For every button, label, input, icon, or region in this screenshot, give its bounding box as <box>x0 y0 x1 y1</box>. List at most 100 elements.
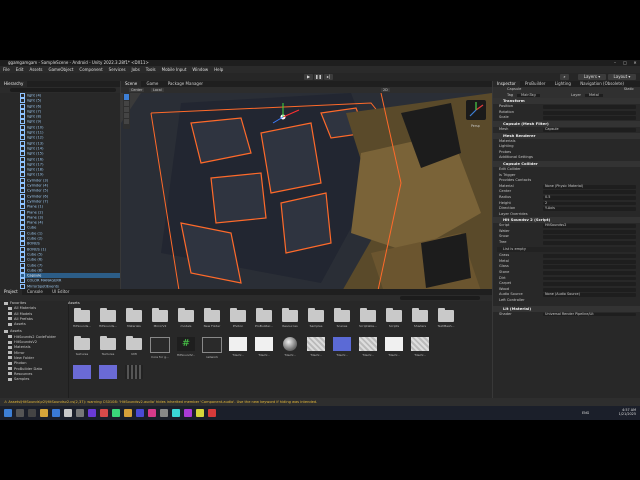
menu-services[interactable]: Services <box>106 66 129 73</box>
app-icon-red-2[interactable] <box>208 409 216 417</box>
favorites-item[interactable]: Assets <box>4 322 68 327</box>
menu-component[interactable]: Component <box>76 66 105 73</box>
scale-fields[interactable] <box>543 116 636 121</box>
menu-edit[interactable]: Edit <box>13 66 27 73</box>
app-icon-gray[interactable] <box>160 409 168 417</box>
console-status-bar[interactable]: ⚠ Assets\HitSounds\v2\HitSoundsv2.cs(2,3… <box>0 398 640 406</box>
search-icon[interactable]: ⌕ <box>560 74 569 80</box>
asset-item[interactable]: Core for g... <box>150 337 170 361</box>
tag-dropdown[interactable]: MainTag <box>517 93 540 98</box>
rotate-tool-icon[interactable] <box>124 107 129 112</box>
asset-item[interactable]: network <box>202 337 222 361</box>
asset-folder[interactable]: Scenes <box>332 308 352 333</box>
rotation-fields[interactable] <box>543 110 636 115</box>
menu-window[interactable]: Window <box>189 66 211 73</box>
asset-item[interactable]: TileoV... <box>384 337 404 361</box>
asset-folder[interactable]: models <box>176 308 196 333</box>
audio-source-field[interactable]: None (Audio Source) <box>543 293 636 298</box>
asset-item[interactable] <box>124 365 144 389</box>
asset-item[interactable]: TileoV... <box>410 337 430 361</box>
edge-icon[interactable] <box>52 409 60 417</box>
menu-file[interactable]: File <box>0 66 13 73</box>
asset-item[interactable] <box>72 365 92 389</box>
app-icon-orange[interactable] <box>124 409 132 417</box>
radius-field[interactable]: 0.5 <box>543 195 636 200</box>
unity-hub-icon[interactable] <box>64 409 72 417</box>
app-icon-cyan[interactable] <box>172 409 180 417</box>
app-icon-blue[interactable] <box>136 409 144 417</box>
script-field-value[interactable] <box>543 276 636 281</box>
script-field-value[interactable] <box>543 254 636 259</box>
step-button[interactable]: ▸| <box>324 74 333 80</box>
project-search-input[interactable] <box>400 296 480 300</box>
asset-folder[interactable]: MirrorV2 <box>150 308 170 333</box>
script-field-value[interactable] <box>543 282 636 287</box>
menu-mobile-input[interactable]: Mobile Input <box>159 66 190 73</box>
asset-item[interactable]: TileoV... <box>332 337 352 361</box>
script-field-value[interactable] <box>543 259 636 264</box>
menu-tools[interactable]: Tools <box>143 66 159 73</box>
layers-dropdown[interactable]: Layers ▾ <box>578 74 606 80</box>
menu-gameobject[interactable]: GameObject <box>45 66 76 73</box>
physic-material-field[interactable]: None (Physic Material) <box>543 184 636 189</box>
move-tool-icon[interactable] <box>124 101 129 106</box>
script-field-value[interactable] <box>543 235 636 240</box>
asset-folder[interactable]: Samples <box>306 308 326 333</box>
shader-dropdown[interactable]: Universal Render Pipeline/Lit <box>543 312 636 317</box>
asset-folder[interactable]: ProBuilder... <box>254 308 274 333</box>
asset-folder[interactable]: Scripts <box>384 308 404 333</box>
asset-folder[interactable]: Materials <box>124 308 144 333</box>
scene-gizmo-icon[interactable] <box>465 99 487 123</box>
play-button[interactable]: ▶ <box>304 74 313 80</box>
2d-toggle[interactable]: 2D <box>381 88 390 92</box>
app-icon-pink[interactable] <box>148 409 156 417</box>
pause-button[interactable]: ❚❚ <box>314 74 323 80</box>
script-field-value[interactable] <box>543 229 636 234</box>
script-field-value[interactable] <box>543 265 636 270</box>
menu-help[interactable]: Help <box>211 66 226 73</box>
asset-folder[interactable]: TextMesh... <box>436 308 456 333</box>
script-field[interactable]: HitSoundsv2 <box>543 223 636 229</box>
language-indicator[interactable]: ENG <box>582 411 589 415</box>
script-field-value[interactable] <box>543 287 636 292</box>
visual-studio-icon[interactable] <box>88 409 96 417</box>
asset-folder[interactable]: HitSounds... <box>98 308 118 333</box>
mesh-field[interactable]: Capsule <box>543 127 636 132</box>
asset-folder[interactable]: Photon <box>228 308 248 333</box>
search-taskbar-icon[interactable] <box>16 409 24 417</box>
windows-start-icon[interactable] <box>4 409 12 417</box>
asset-item[interactable]: UMI <box>124 336 144 361</box>
local-global-dropdown[interactable]: Local <box>151 88 164 92</box>
file-explorer-icon[interactable] <box>40 409 48 417</box>
script-field-value[interactable] <box>543 271 636 275</box>
unity-editor-icon[interactable] <box>76 409 84 417</box>
assets-tree-item[interactable]: Samples <box>4 377 68 382</box>
scale-tool-icon[interactable] <box>124 113 129 118</box>
layer-dropdown[interactable]: Metal <box>585 93 603 98</box>
asset-item[interactable]: # HitSoundV... <box>176 337 196 361</box>
center-fields[interactable] <box>543 190 636 195</box>
asset-item[interactable]: TileoV... <box>358 337 378 361</box>
asset-item[interactable]: textures <box>72 336 92 361</box>
app-icon-yellow[interactable] <box>196 409 204 417</box>
asset-item[interactable]: TileoV... <box>228 337 248 361</box>
assets-breadcrumb[interactable]: Assets <box>68 301 80 305</box>
asset-item[interactable] <box>98 365 118 389</box>
rect-tool-icon[interactable] <box>124 119 129 124</box>
asset-item[interactable]: TileoV... <box>280 337 300 361</box>
asset-item[interactable]: TileoV... <box>254 337 274 361</box>
direction-dropdown[interactable]: Y-Axis <box>543 206 636 211</box>
asset-folder[interactable]: Resources <box>280 308 300 333</box>
app-icon-purple[interactable] <box>184 409 192 417</box>
layout-dropdown[interactable]: Layout ▾ <box>608 74 636 80</box>
hierarchy-search[interactable] <box>0 87 120 93</box>
task-view-icon[interactable] <box>28 409 36 417</box>
asset-folder[interactable]: Scriptable... <box>358 308 378 333</box>
menu-assets[interactable]: Assets <box>26 66 45 73</box>
hand-tool-icon[interactable] <box>124 94 129 100</box>
menu-jobs[interactable]: Jobs <box>129 66 143 73</box>
clock[interactable]: 4:57 AM 1/21/2025 <box>606 408 636 416</box>
pivot-center-dropdown[interactable]: Center <box>129 88 145 92</box>
asset-folder[interactable]: Shaders <box>410 308 430 333</box>
asset-item[interactable]: TileoV... <box>306 337 326 361</box>
